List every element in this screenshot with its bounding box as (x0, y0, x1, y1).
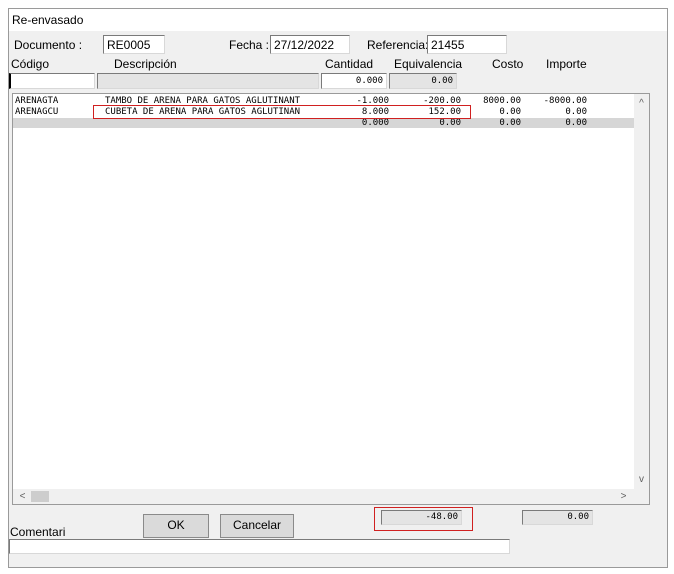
row-costo: 0.00 (499, 107, 521, 117)
row-codigo: ARENAGTA (15, 96, 59, 106)
referencia-field[interactable]: 21455 (427, 35, 507, 54)
comentario-input[interactable] (9, 539, 510, 554)
column-header-cantidad: Cantidad (325, 57, 374, 71)
row-importe: 0.00 (565, 118, 587, 128)
documento-label: Documento : (14, 38, 83, 52)
descripcion-entry-field (97, 73, 319, 89)
fecha-field[interactable]: 27/12/2022 (270, 35, 350, 54)
row-importe: 0.00 (565, 107, 587, 117)
equivalencia-entry-field: 0.00 (389, 73, 457, 89)
items-grid[interactable]: ARENAGTA TAMBO DE ARENA PARA GATOS AGLUT… (12, 93, 650, 505)
title-bar (9, 9, 667, 31)
vertical-scrollbar[interactable]: ^ v (634, 94, 649, 489)
codigo-entry-input[interactable] (9, 73, 95, 89)
horizontal-scrollbar[interactable]: < > (13, 489, 635, 504)
comentario-label: Comentari (10, 525, 66, 539)
column-header-codigo: Código (11, 57, 50, 71)
row-costo: 0.00 (499, 118, 521, 128)
cantidad-entry-input[interactable]: 0.000 (321, 73, 387, 89)
referencia-label: Referencia: (367, 38, 429, 52)
column-header-costo: Costo (492, 57, 524, 71)
column-header-descripcion: Descripción (114, 57, 177, 71)
row-cantidad: 0.000 (361, 118, 389, 128)
scroll-right-icon[interactable]: > (616, 489, 631, 504)
total-importe-field: 0.00 (522, 510, 593, 525)
cancel-button[interactable]: Cancelar (220, 514, 294, 538)
window-title: Re-envasado (12, 13, 84, 27)
scroll-corner (634, 489, 649, 504)
ok-button[interactable]: OK (143, 514, 209, 538)
scroll-down-icon[interactable]: v (634, 472, 649, 487)
total-equivalencia-field: -48.00 (381, 510, 462, 525)
row-highlight-box (93, 105, 471, 119)
column-header-equivalencia: Equivalencia (394, 57, 463, 71)
column-header-importe: Importe (546, 57, 587, 71)
fecha-label: Fecha : (229, 38, 270, 52)
row-costo: 8000.00 (483, 96, 521, 106)
documento-field[interactable]: RE0005 (103, 35, 165, 54)
horizontal-scroll-thumb[interactable] (31, 491, 49, 502)
row-importe: -8000.00 (543, 96, 587, 106)
scroll-up-icon[interactable]: ^ (634, 96, 649, 111)
row-codigo: ARENAGCU (15, 107, 59, 117)
table-row-selected[interactable]: 0.000 0.00 0.00 0.00 (13, 118, 635, 128)
row-equivalencia: 0.00 (439, 118, 461, 128)
scroll-left-icon[interactable]: < (15, 489, 30, 504)
